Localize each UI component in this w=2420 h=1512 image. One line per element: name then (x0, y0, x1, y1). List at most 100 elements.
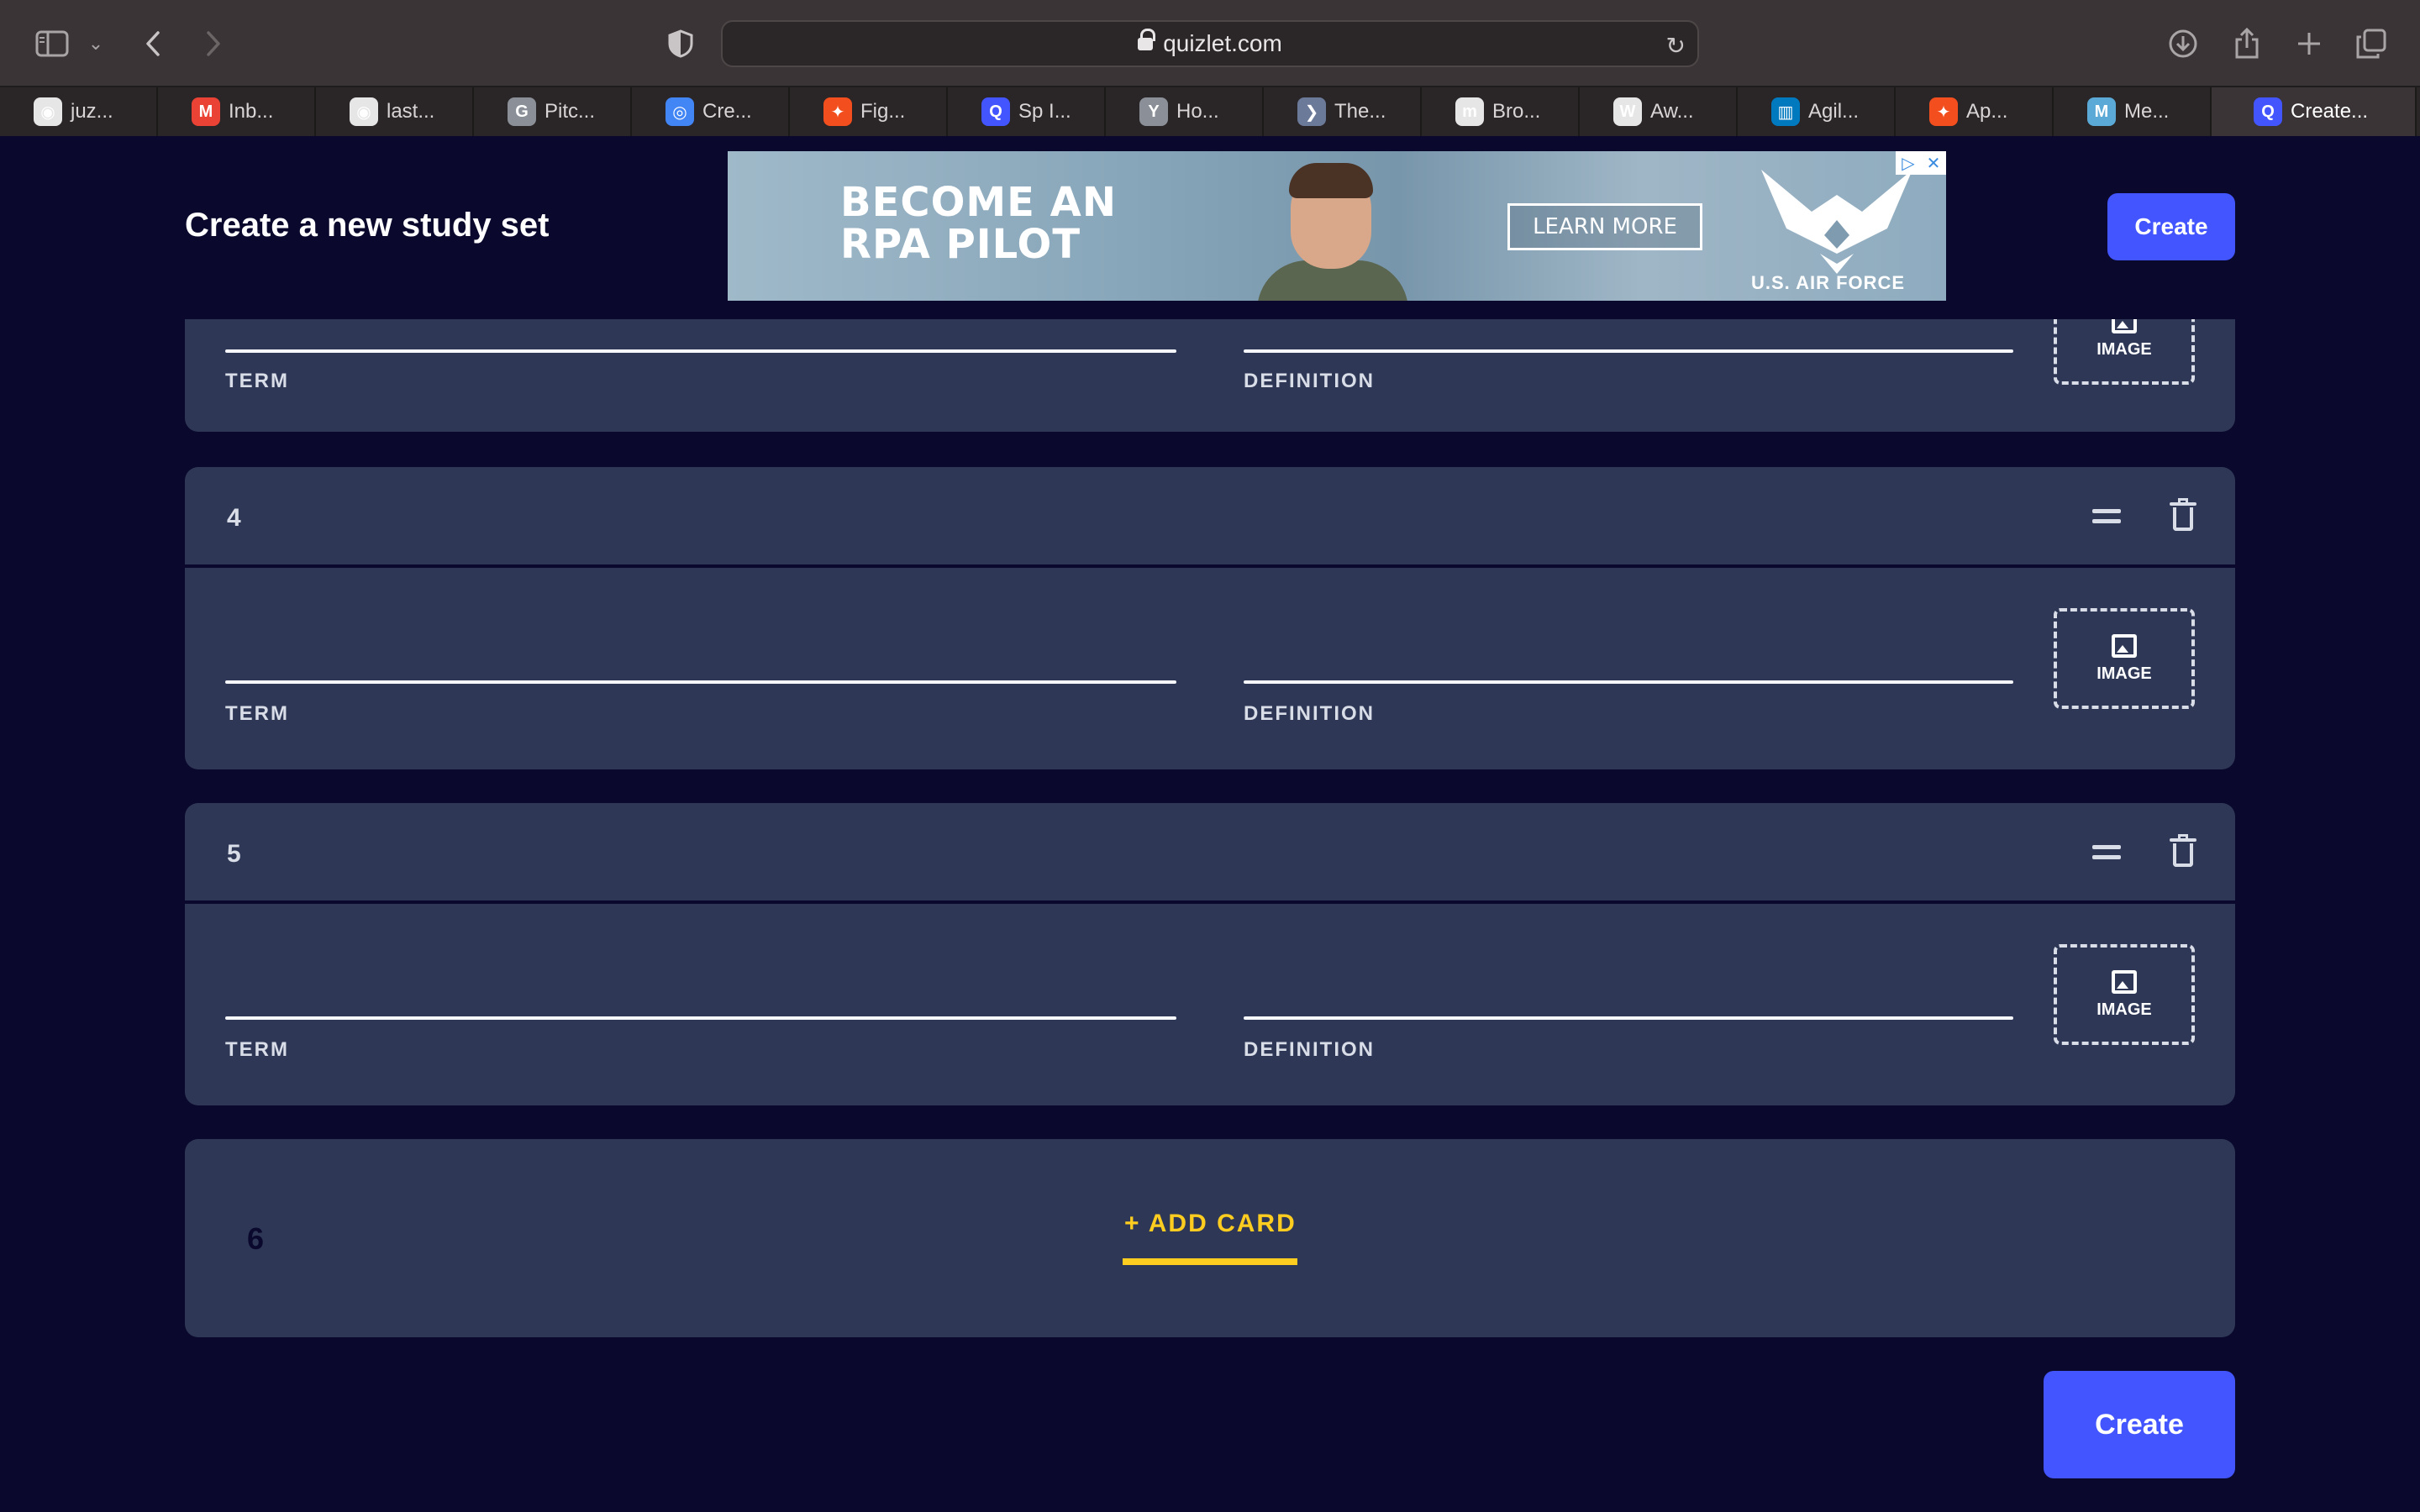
create-button-bottom[interactable]: Create (2044, 1371, 2235, 1478)
adchoices-icon[interactable]: ▷ (1896, 151, 1921, 175)
definition-input[interactable] (1244, 1016, 2013, 1020)
reload-icon[interactable]: ↻ (1666, 32, 1686, 60)
trello-icon: ▥ (1771, 97, 1800, 126)
image-label: IMAGE (2096, 1000, 2152, 1019)
tab-label: last... (387, 100, 435, 123)
browser-tab[interactable]: m Bro... (1422, 87, 1580, 136)
image-upload-button[interactable]: IMAGE (2054, 944, 2195, 1045)
browser-toolbar: ⌄ quizlet.com ↻ (0, 0, 2420, 87)
term-input[interactable] (225, 680, 1176, 684)
browser-tab[interactable]: Y Ho... (1106, 87, 1264, 136)
card-number: 6 (247, 1221, 265, 1256)
term-input[interactable] (225, 349, 1176, 353)
url-text: quizlet.com (1163, 30, 1282, 56)
downloads-icon[interactable] (2166, 25, 2200, 62)
definition-input[interactable] (1244, 349, 2013, 353)
tab-label: Ho... (1176, 100, 1219, 123)
share-icon[interactable] (2230, 25, 2264, 62)
page-header: Create a new study set BECOME AN RPA PIL… (0, 136, 2420, 319)
tab-label: Me... (2124, 100, 2170, 123)
ad-learn-more-button[interactable]: LEARN MORE (1507, 203, 1702, 250)
ad-banner[interactable]: BECOME AN RPA PILOT LEARN MORE U.S. AIR … (728, 151, 1946, 301)
quizlet-icon: Q (981, 97, 1010, 126)
w-icon: W (1613, 97, 1642, 126)
tab-label: Inb... (229, 100, 274, 123)
browser-tab[interactable]: M Inb... (158, 87, 316, 136)
term-label: TERM (225, 1038, 289, 1061)
image-icon (2112, 633, 2137, 658)
term-card: 4 TERM DEFINITION IMAGE (185, 467, 2235, 769)
browser-tab[interactable]: ◉ juz... (0, 87, 158, 136)
tab-label: Bro... (1492, 100, 1541, 123)
tab-label: Ap... (1966, 100, 2008, 123)
sidebar-toggle-icon[interactable] (34, 25, 71, 62)
tab-strip: ◉ juz... M Inb... ◉ last... G Pitc... ◎ Cre... ✦ Fi… (0, 87, 2420, 136)
add-card-underline (1123, 1258, 1297, 1265)
create-button-top[interactable]: Create (2107, 193, 2235, 260)
browser-tab[interactable]: ✦ Fig... (790, 87, 948, 136)
browser-tab[interactable]: ◉ last... (316, 87, 474, 136)
term-card: 5 TERM DEFINITION IMAGE (185, 803, 2235, 1105)
term-label: TERM (225, 702, 289, 725)
browser-tab[interactable]: ❯ The... (1264, 87, 1422, 136)
add-card-row[interactable]: 6 + ADD CARD (185, 1139, 2235, 1337)
tab-label: Cre... (702, 100, 752, 123)
tab-label: The... (1334, 100, 1386, 123)
new-tab-icon[interactable] (2292, 25, 2326, 62)
definition-label: DEFINITION (1244, 702, 1375, 725)
ad-brand: U.S. AIR FORCE (1751, 272, 1906, 293)
y-icon: Y (1139, 97, 1168, 126)
tab-overview-icon[interactable] (2354, 25, 2388, 62)
ad-close-icon[interactable]: ✕ (1921, 151, 1946, 175)
github-icon: ◉ (34, 97, 62, 126)
definition-input[interactable] (1244, 680, 2013, 684)
forward-icon[interactable] (198, 25, 229, 62)
image-upload-button[interactable]: IMAGE (2054, 608, 2195, 709)
lock-icon (1138, 29, 1156, 52)
tab-label: Sp I... (1018, 100, 1071, 123)
privacy-shield-icon[interactable] (664, 25, 697, 62)
tab-label: Pitc... (544, 100, 596, 123)
address-bar[interactable]: quizlet.com ↻ (721, 20, 1699, 67)
browser-tab[interactable]: G Pitc... (474, 87, 632, 136)
definition-label: DEFINITION (1244, 370, 1375, 392)
tab-label: juz... (71, 100, 113, 123)
trash-icon[interactable] (2170, 834, 2196, 867)
term-input[interactable] (225, 1016, 1176, 1020)
drag-handle-icon[interactable] (2092, 509, 2121, 524)
github-icon: ◉ (350, 97, 378, 126)
browser-tab[interactable]: ◎ Cre... (632, 87, 790, 136)
card-header: 4 (185, 467, 2235, 568)
figma-icon: ✦ (1929, 97, 1958, 126)
gmail-icon: M (192, 97, 220, 126)
ad-headline: BECOME AN RPA PILOT (840, 179, 1117, 268)
back-icon[interactable] (138, 25, 168, 62)
chevron-down-icon[interactable]: ⌄ (84, 25, 108, 62)
browser-tab[interactable]: Q Create... (2212, 87, 2417, 136)
chevron-icon: ❯ (1297, 97, 1326, 126)
drag-handle-icon[interactable] (2092, 845, 2121, 860)
browser-tab[interactable]: Q Sp I... (948, 87, 1106, 136)
browser-tab[interactable]: ✦ Ap... (1896, 87, 2054, 136)
g-icon: G (508, 97, 536, 126)
chrome-icon: ◎ (666, 97, 694, 126)
page-title: Create a new study set (185, 207, 550, 244)
term-label: TERM (225, 370, 289, 392)
page-content: TERM DEFINITION IMAGE 4 TERM DEFINITION … (0, 136, 2420, 1512)
browser-tab[interactable]: M Me... (2054, 87, 2212, 136)
card-number: 5 (227, 840, 241, 868)
browser-tab[interactable]: ▥ Agil... (1738, 87, 1896, 136)
browser-tab[interactable]: W Aw... (1580, 87, 1738, 136)
image-label: IMAGE (2096, 664, 2152, 683)
medium-icon: M (2087, 97, 2116, 126)
quizlet-icon: Q (2254, 97, 2282, 126)
tab-label: Agil... (1808, 100, 1860, 123)
image-icon (2112, 969, 2137, 994)
tab-label: Fig... (860, 100, 906, 123)
add-card-button[interactable]: + ADD CARD (1124, 1210, 1297, 1238)
trash-icon[interactable] (2170, 498, 2196, 531)
card-header: 5 (185, 803, 2235, 904)
image-label: IMAGE (2096, 339, 2152, 359)
figma-icon: ✦ (823, 97, 852, 126)
definition-label: DEFINITION (1244, 1038, 1375, 1061)
